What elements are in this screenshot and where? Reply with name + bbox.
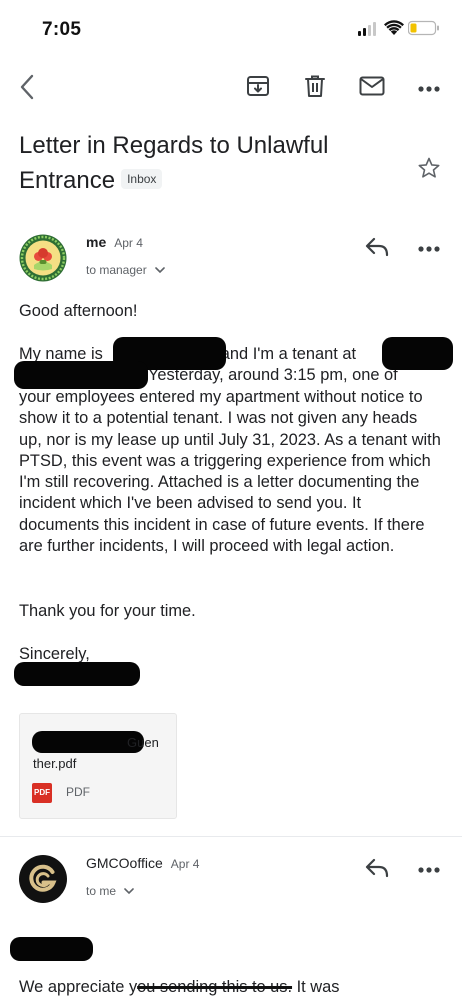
message-date: Apr 4 [170,857,200,871]
reply-icon [365,858,389,883]
cellular-signal-icon [358,22,378,41]
pdf-icon-label: PDF [34,788,50,797]
sender-avatar[interactable] [19,234,67,282]
message-more-button[interactable] [414,236,444,260]
archive-icon [246,74,270,103]
sender-name: me [86,234,107,250]
more-horizontal-icon [418,239,440,257]
email-subject: Letter in Regards to Unlawful Entrance In… [19,128,379,198]
message2-sender-line: GMCOoffice Apr 4 [86,855,199,873]
message1-sender-line: me Apr 4 [86,234,143,252]
sender-name: GMCOoffice [86,855,163,871]
status-time: 7:05 [42,19,82,40]
body-fragment: and I'm a tenant at [220,345,357,363]
message-divider [0,836,462,837]
wifi-icon [384,20,404,41]
star-button[interactable] [414,155,444,185]
mark-unread-button[interactable] [356,74,388,102]
message-date: Apr 4 [114,236,143,250]
struck-text: ou sending this to us. [137,978,293,996]
redaction-bar [10,937,93,961]
back-button[interactable] [12,74,42,104]
chevron-down-icon [124,882,135,900]
attachment-card[interactable]: Guen ther.pdf PDF PDF [19,713,177,819]
trash-icon [304,74,326,103]
redaction-bar [14,662,140,686]
archive-button[interactable] [244,74,272,102]
reply-button[interactable] [362,856,392,884]
thanks-line: Thank you for your time. [19,602,196,620]
message2-body-line: We appreciate you sending this to us. It… [19,977,443,998]
chevron-left-icon [19,74,35,105]
recipients-toggle[interactable]: to manager [86,261,165,279]
message-paragraph: your employees entered my apartment with… [19,388,441,556]
inbox-label-chip[interactable]: Inbox [121,168,163,189]
recipients-toggle[interactable]: to me [86,882,135,900]
sender-avatar[interactable] [19,855,67,903]
redaction-bar [382,337,453,370]
mail-icon [359,76,385,101]
reply-button[interactable] [362,235,392,263]
more-options-button[interactable] [414,76,444,100]
attachment-type: PDF [66,785,90,799]
star-icon [417,156,441,185]
attachment-name-part1: Guen [127,735,159,750]
redaction-bar [14,361,148,389]
message-more-button[interactable] [414,857,444,881]
subject-text: Letter in Regards to Unlawful Entrance [19,132,329,194]
attachment-name-part2: ther.pdf [33,756,77,771]
chevron-down-icon [155,261,165,279]
recipients-text: to me [86,884,117,898]
body-fragment: We appreciate y [19,978,138,996]
reply-icon [365,237,389,262]
more-horizontal-icon [418,79,440,97]
pdf-file-icon: PDF [32,783,52,803]
message-greeting: Good afternoon! [19,302,138,320]
recipients-text: to manager [86,263,147,277]
more-horizontal-icon [418,860,440,878]
delete-button[interactable] [301,74,329,102]
body-fragment: It was [292,978,340,996]
battery-icon [407,20,440,41]
